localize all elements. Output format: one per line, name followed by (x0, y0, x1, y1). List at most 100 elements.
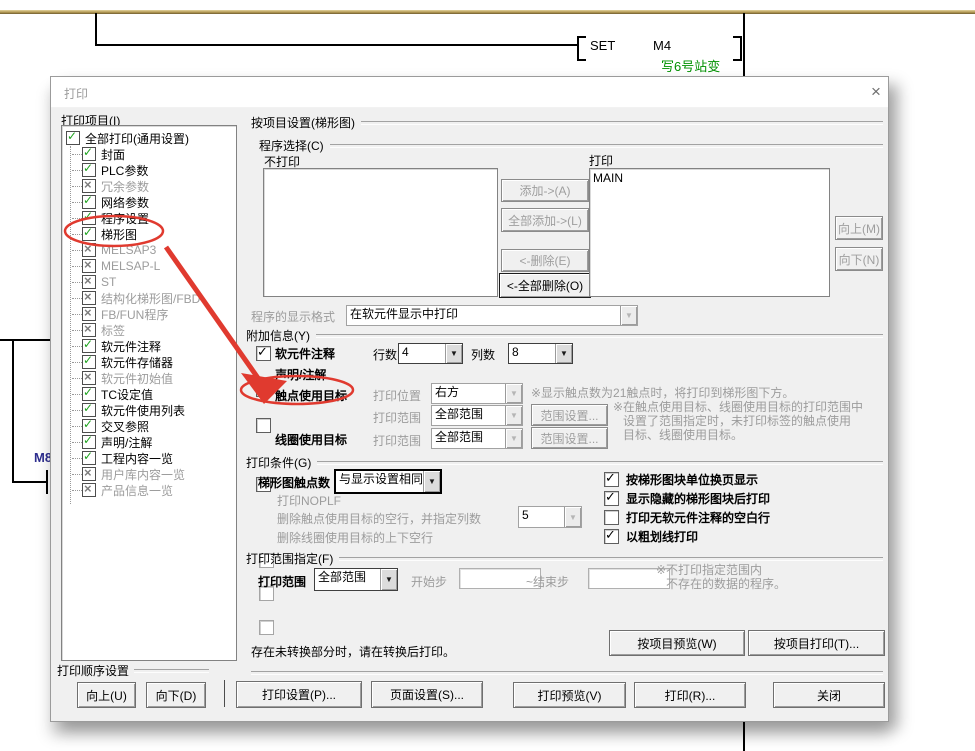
tree-item[interactable]: 冗余参数 (64, 178, 235, 194)
tree-excluded-icon[interactable] (82, 467, 96, 481)
not-print-list[interactable] (263, 168, 498, 297)
tree-excluded-icon[interactable] (82, 483, 96, 497)
tree-item[interactable]: 全部打印(通用设置) (64, 130, 235, 146)
tree-item-label: 交叉参照 (101, 418, 149, 435)
tree-item[interactable]: MELSAP3 (64, 242, 235, 258)
order-up-button[interactable]: 向上(U) (77, 682, 136, 708)
tree-item[interactable]: 程序设置 (64, 210, 235, 226)
chevron-down-icon[interactable]: ▼ (505, 406, 522, 425)
condition-checkbox[interactable] (604, 472, 619, 487)
program-up-button[interactable]: 向上(M) (835, 216, 883, 240)
remove-button[interactable]: <-删除(E) (501, 249, 589, 272)
tree-checked-icon[interactable] (82, 339, 96, 353)
tree-item[interactable]: 网络参数 (64, 194, 235, 210)
tree-item[interactable]: 软元件使用列表 (64, 402, 235, 418)
tree-checked-icon[interactable] (82, 451, 96, 465)
remove-all-button[interactable]: <-全部删除(O) (499, 273, 591, 298)
tree-checked-icon[interactable] (82, 163, 96, 177)
tree-item[interactable]: 软元件初始值 (64, 370, 235, 386)
tree-item[interactable]: PLC参数 (64, 162, 235, 178)
program-select-header: 程序选择(C) (259, 137, 324, 154)
chevron-down-icon[interactable]: ▼ (445, 344, 462, 363)
order-down-button[interactable]: 向下(D) (146, 682, 206, 708)
coil-range-settings-button[interactable]: 范围设置... (531, 427, 608, 449)
tree-item[interactable]: TC设定值 (64, 386, 235, 402)
delete-coil-rows-checkbox[interactable] (259, 620, 274, 635)
tree-excluded-icon[interactable] (82, 179, 96, 193)
print-items-tree[interactable]: 全部打印(通用设置)封面PLC参数冗余参数网络参数程序设置梯形图MELSAP3M… (61, 125, 237, 661)
tree-item[interactable]: 交叉参照 (64, 418, 235, 434)
tree-checked-icon[interactable] (82, 195, 96, 209)
tree-item[interactable]: 产品信息一览 (64, 482, 235, 498)
contact-range-label: 打印范围 (373, 409, 421, 426)
page-settings-button[interactable]: 页面设置(S)... (371, 681, 483, 708)
cols-combo[interactable]: 8 ▼ (508, 343, 573, 364)
tree-item[interactable]: 软元件存储器 (64, 354, 235, 370)
tree-checked-icon[interactable] (82, 147, 96, 161)
tree-excluded-icon[interactable] (82, 307, 96, 321)
tree-item[interactable]: 软元件注释 (64, 338, 235, 354)
tree-checked-icon[interactable] (66, 131, 80, 145)
chevron-down-icon[interactable]: ▼ (505, 384, 522, 403)
tree-item[interactable]: MELSAP-L (64, 258, 235, 274)
close-button[interactable]: 关闭 (773, 682, 885, 708)
chevron-down-icon[interactable]: ▼ (423, 471, 440, 492)
print-position-combo[interactable]: 右方 ▼ (431, 383, 523, 404)
statement-checkbox[interactable] (256, 382, 271, 397)
contact-range-combo[interactable]: 全部范围 ▼ (431, 405, 523, 426)
chevron-down-icon[interactable]: ▼ (564, 507, 581, 527)
preview-by-item-button[interactable]: 按项目预览(W) (609, 630, 745, 656)
tree-connector-stub (72, 170, 82, 171)
tree-checked-icon[interactable] (82, 435, 96, 449)
condition-checkbox[interactable] (604, 529, 619, 544)
tree-item[interactable]: 工程内容一览 (64, 450, 235, 466)
chevron-down-icon[interactable]: ▼ (380, 569, 397, 590)
close-icon[interactable]: × (865, 81, 887, 103)
chevron-down-icon[interactable]: ▼ (505, 429, 522, 448)
tree-connector-stub (72, 362, 82, 363)
tree-item[interactable]: ST (64, 274, 235, 290)
coil-range-combo[interactable]: 全部范围 ▼ (431, 428, 523, 449)
tree-item[interactable]: 声明/注解 (64, 434, 235, 450)
tree-checked-icon[interactable] (82, 387, 96, 401)
add-button[interactable]: 添加->(A) (501, 179, 589, 202)
delete-contact-cols-combo[interactable]: 5 ▼ (518, 506, 582, 528)
tree-checked-icon[interactable] (82, 403, 96, 417)
print-preview-button[interactable]: 打印预览(V) (513, 682, 626, 708)
contact-target-checkbox[interactable] (256, 418, 271, 433)
tree-item[interactable]: 结构化梯形图/FBD (64, 290, 235, 306)
print-list[interactable]: MAIN (589, 168, 830, 297)
print-list-item[interactable]: MAIN (590, 169, 829, 187)
condition-checkbox[interactable] (604, 491, 619, 506)
tree-excluded-icon[interactable] (82, 371, 96, 385)
dialog-titlebar[interactable] (51, 77, 888, 108)
rows-combo[interactable]: 4 ▼ (398, 343, 463, 364)
tree-excluded-icon[interactable] (82, 323, 96, 337)
contacts-count-combo[interactable]: 与显示设置相同 ▼ (334, 469, 442, 494)
display-format-combo[interactable]: 在软元件显示中打印 ▼ (346, 305, 638, 326)
program-down-button[interactable]: 向下(N) (835, 247, 883, 271)
device-comment-checkbox[interactable] (256, 346, 271, 361)
range-combo[interactable]: 全部范围 ▼ (314, 568, 398, 591)
tree-excluded-icon[interactable] (82, 275, 96, 289)
print-by-item-button[interactable]: 按项目打印(T)... (748, 630, 885, 656)
print-settings-button[interactable]: 打印设置(P)... (236, 681, 362, 708)
tree-checked-icon[interactable] (82, 211, 96, 225)
condition-checkbox[interactable] (604, 510, 619, 525)
print-button[interactable]: 打印(R)... (634, 682, 746, 708)
tree-excluded-icon[interactable] (82, 291, 96, 305)
chevron-down-icon[interactable]: ▼ (555, 344, 572, 363)
tree-checked-icon[interactable] (82, 419, 96, 433)
contact-range-settings-button[interactable]: 范围设置... (531, 404, 608, 426)
tree-excluded-icon[interactable] (82, 243, 96, 257)
tree-item[interactable]: 标签 (64, 322, 235, 338)
chevron-down-icon[interactable]: ▼ (620, 306, 637, 325)
tree-checked-icon[interactable] (82, 227, 96, 241)
tree-item[interactable]: 封面 (64, 146, 235, 162)
tree-excluded-icon[interactable] (82, 259, 96, 273)
tree-item[interactable]: FB/FUN程序 (64, 306, 235, 322)
add-all-button[interactable]: 全部添加->(L) (501, 208, 589, 232)
tree-item[interactable]: 用户库内容一览 (64, 466, 235, 482)
tree-item[interactable]: 梯形图 (64, 226, 235, 242)
tree-checked-icon[interactable] (82, 355, 96, 369)
